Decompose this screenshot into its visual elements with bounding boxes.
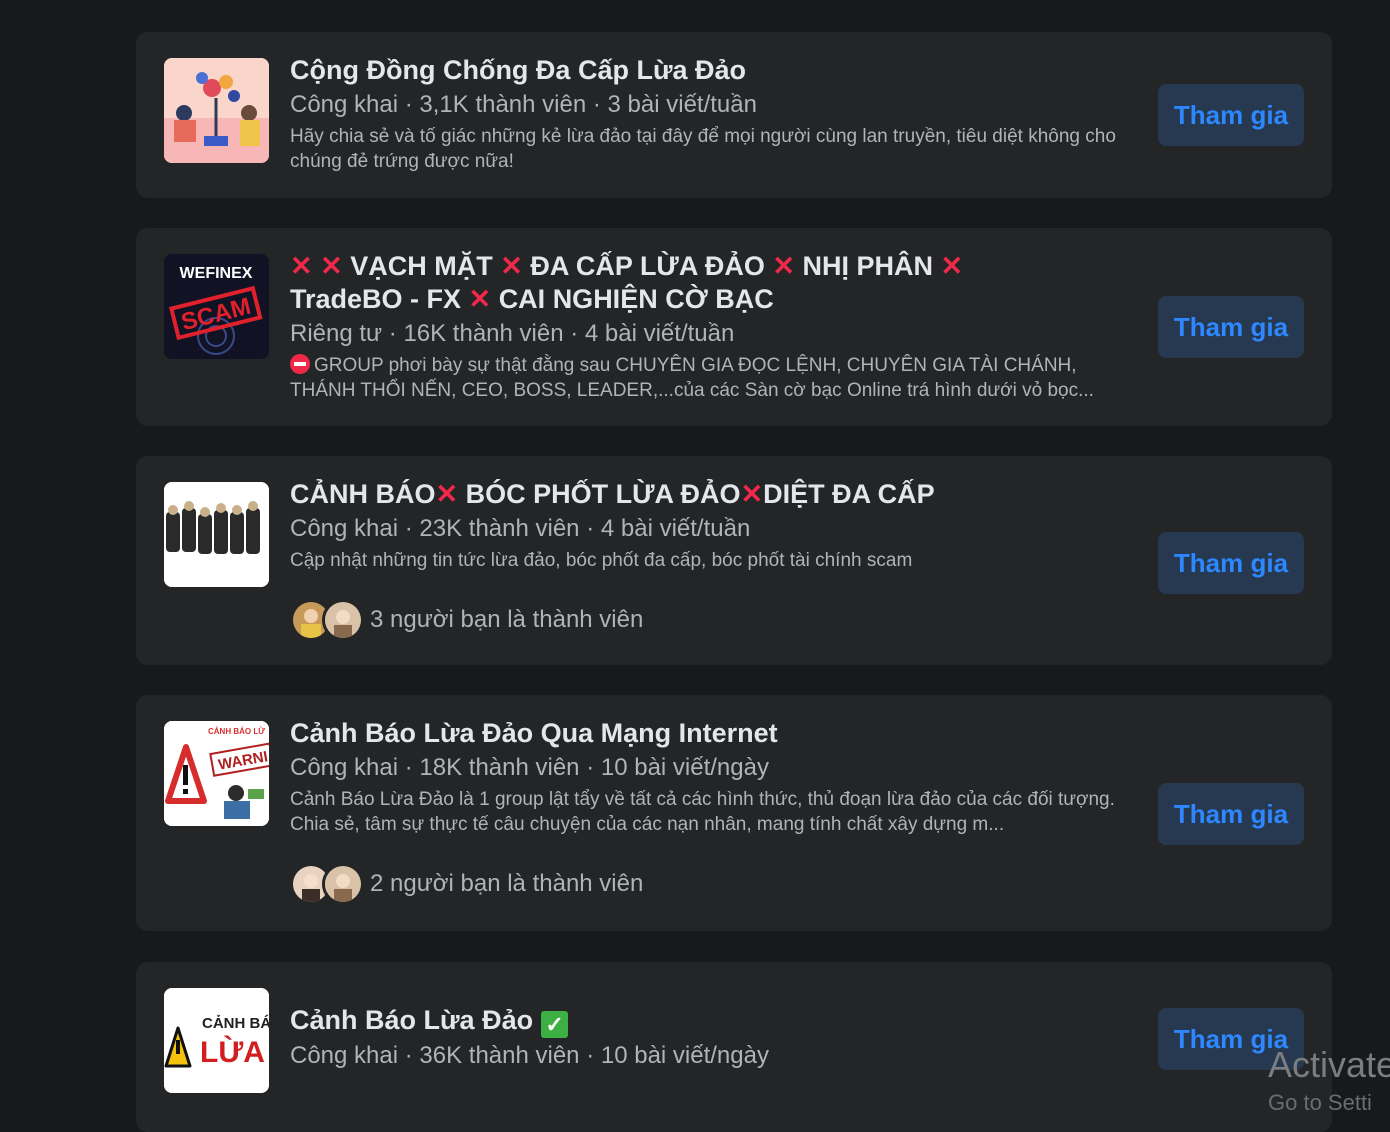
group-description: Cảnh Báo Lừa Đảo là 1 group lật tẩy về t… [290, 789, 1115, 835]
arrested-people-image [164, 482, 269, 587]
group-meta: Công khai · 23K thành viên · 4 bài viết/… [290, 515, 751, 542]
no-entry-icon [290, 354, 310, 374]
activate-windows-watermark: Activate [1268, 1044, 1390, 1085]
group-description: GROUP phơi bày sự thật đằng sau CHUYÊN G… [290, 354, 1094, 401]
friends-count-text: 3 người bạn là thành viên [370, 606, 644, 633]
group-info: Cảnh Báo Lừa Đảo ✓ Công khai · 36K thành … [290, 1004, 1140, 1071]
group-info: CẢNH BÁO✕ BÓC PHỐT LỪA ĐẢO✕DIỆT ĐA CẤP C… [290, 478, 1140, 641]
group-description: Cập nhật những tin tức lừa đảo, bóc phốt… [290, 550, 913, 571]
group-illustration-image [164, 58, 269, 163]
check-mark-icon: ✓ [541, 1011, 569, 1038]
cross-mark-icon: ✕ [772, 251, 795, 281]
group-card[interactable]: Cộng Đồng Chống Đa Cấp Lừa Đảo Công khai… [136, 32, 1332, 198]
wefinex-scam-image: WEFINEX SCAM [164, 254, 269, 359]
friend-avatar[interactable] [322, 599, 364, 641]
group-thumbnail[interactable]: CẢNH BÁO LỪ WARNI [164, 721, 269, 826]
group-info: Cộng Đồng Chống Đa Cấp Lừa Đảo Công khai… [290, 54, 1140, 174]
group-meta: Công khai · 36K thành viên · 10 bài viết… [290, 1042, 769, 1069]
thumb-top-text: CẢNH BÁO [202, 1015, 269, 1032]
group-thumbnail[interactable]: WEFINEX SCAM [164, 254, 269, 359]
group-title[interactable]: CẢNH BÁO✕ BÓC PHỐT LỪA ĐẢO✕DIỆT ĐA CẤP [290, 478, 1140, 511]
group-description: Hãy chia sẻ và tố giác những kẻ lừa đảo … [290, 126, 1116, 172]
join-button[interactable]: Tham gia [1158, 84, 1304, 146]
friend-avatar[interactable] [322, 863, 364, 905]
friends-members[interactable]: 3 người bạn là thành viên [290, 599, 1140, 641]
join-button[interactable]: Tham gia [1158, 783, 1304, 845]
group-info: ✕ ✕ VẠCH MẶT ✕ ĐA CẤP LỪA ĐẢO ✕ NHỊ PHÂN… [290, 250, 1140, 403]
group-info: Cảnh Báo Lừa Đảo Qua Mạng Internet Công … [290, 717, 1140, 905]
activate-windows-subtext: Go to Setti [1268, 1090, 1372, 1115]
group-meta: Công khai · 3,1K thành viên · 3 bài viết… [290, 91, 757, 118]
group-card[interactable]: CẢNH BÁO✕ BÓC PHỐT LỪA ĐẢO✕DIỆT ĐA CẤP C… [136, 456, 1332, 665]
group-title[interactable]: Cảnh Báo Lừa Đảo Qua Mạng Internet [290, 717, 1140, 750]
group-thumbnail[interactable] [164, 58, 269, 163]
cross-mark-icon: ✕ [740, 479, 764, 509]
group-card[interactable]: WEFINEX SCAM ✕ ✕ VẠCH MẶT ✕ ĐA CẤP LỪA Đ… [136, 228, 1332, 426]
group-meta: Công khai · 18K thành viên · 10 bài viết… [290, 754, 769, 781]
group-card[interactable]: CẢNH BÁO LỪA ĐẢ Cảnh Báo Lừa Đảo✓ Công k… [136, 962, 1332, 1132]
thumb-top-text: CẢNH BÁO LỪ [208, 727, 265, 736]
thumb-logo-text: WEFINEX [180, 265, 253, 282]
cross-mark-icon: ✕ ✕ [290, 251, 343, 281]
thumb-big-text: LỪA ĐẢ [200, 1035, 269, 1069]
group-thumbnail[interactable]: CẢNH BÁO LỪA ĐẢ [164, 988, 269, 1093]
join-button[interactable]: Tham gia [1158, 532, 1304, 594]
group-title[interactable]: Cộng Đồng Chống Đa Cấp Lừa Đảo [290, 54, 1140, 87]
friends-count-text: 2 người bạn là thành viên [370, 870, 644, 897]
friends-members[interactable]: 2 người bạn là thành viên [290, 863, 1140, 905]
group-thumbnail[interactable] [164, 482, 269, 587]
join-button[interactable]: Tham gia [1158, 296, 1304, 358]
cross-mark-icon: ✕ [500, 251, 523, 281]
group-title[interactable]: ✕ ✕ VẠCH MẶT ✕ ĐA CẤP LỪA ĐẢO ✕ NHỊ PHÂN… [290, 250, 1140, 316]
group-meta: Riêng tư · 16K thành viên · 4 bài viết/t… [290, 320, 735, 347]
cross-mark-icon: ✕ [940, 251, 964, 281]
group-title[interactable]: Cảnh Báo Lừa Đảo ✓ [290, 1004, 1140, 1038]
cross-mark-icon: ✕ [435, 479, 459, 509]
canh-bao-lua-dao-image: CẢNH BÁO LỪA ĐẢ [164, 988, 269, 1093]
group-card[interactable]: CẢNH BÁO LỪ WARNI Cảnh Báo Lừa Đảo Qua M… [136, 695, 1332, 931]
cross-mark-icon: ✕ [468, 284, 492, 314]
warning-sign-image: CẢNH BÁO LỪ WARNI [164, 721, 269, 826]
